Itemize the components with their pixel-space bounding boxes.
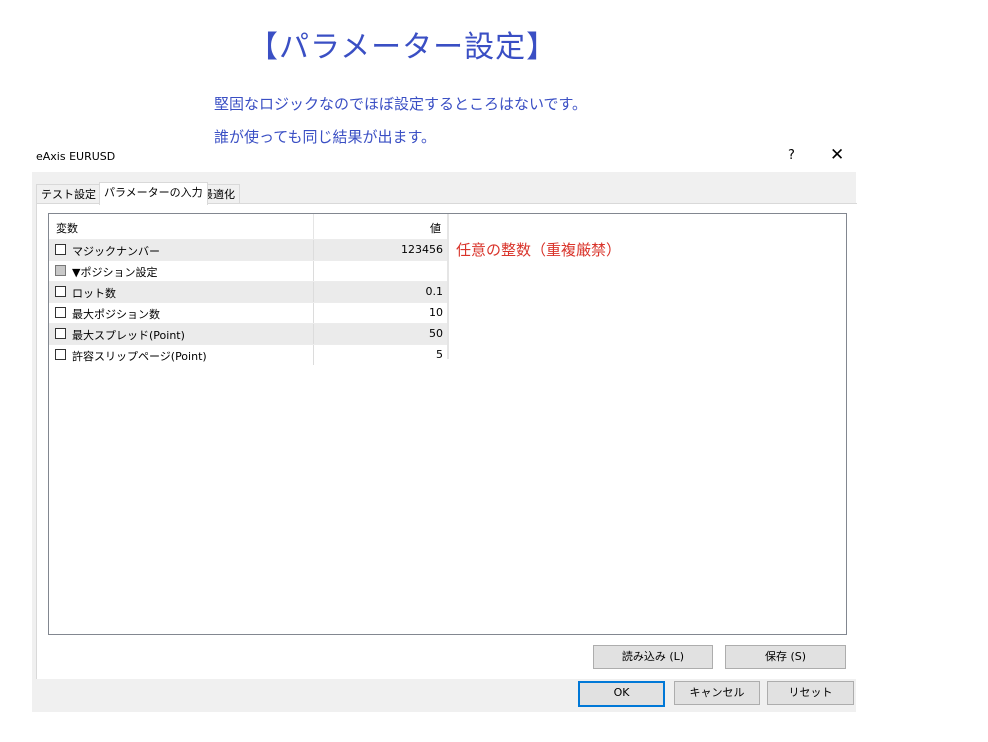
column-divider	[313, 345, 314, 365]
row-value[interactable]: 123456	[401, 243, 443, 256]
ok-button[interactable]: OK	[578, 681, 665, 707]
column-header-value[interactable]: 値	[430, 220, 441, 236]
parameter-list[interactable]: 変数 値 マジックナンバー 123456 ▼ポジション設定 ロット数 0.1 最…	[48, 213, 847, 635]
table-row[interactable]: ロット数 0.1	[49, 281, 449, 302]
table-row[interactable]: マジックナンバー 123456	[49, 239, 449, 260]
column-divider	[313, 261, 314, 281]
page-heading: 【パラメーター設定】	[248, 30, 558, 65]
list-column-edge	[447, 214, 449, 359]
help-button[interactable]: ?	[788, 148, 795, 163]
dialog-title: eAxis EURUSD	[36, 150, 116, 163]
close-button[interactable]: ✕	[830, 145, 844, 165]
list-header: 変数 値	[49, 214, 449, 239]
row-value[interactable]: 50	[429, 327, 443, 340]
header-divider[interactable]	[313, 214, 314, 239]
column-divider	[313, 303, 314, 323]
column-header-variable[interactable]: 変数	[56, 220, 78, 236]
save-button[interactable]: 保存 (S)	[725, 645, 846, 669]
row-value[interactable]: 5	[436, 348, 443, 361]
row-checkbox[interactable]	[55, 328, 66, 339]
row-value[interactable]: 0.1	[426, 285, 444, 298]
row-checkbox[interactable]	[55, 349, 66, 360]
row-label: ロット数	[72, 287, 116, 300]
dialog-client-area: テスト設定 パラメーターの入力 最適化 変数 値 マジックナンバー 123456	[32, 172, 857, 712]
load-button[interactable]: 読み込み (L)	[593, 645, 713, 669]
table-row[interactable]: 許容スリップページ(Point) 5	[49, 344, 449, 365]
dialog-title-bar: eAxis EURUSD ? ✕	[32, 144, 856, 172]
column-divider	[313, 240, 314, 260]
row-checkbox[interactable]	[55, 265, 66, 276]
column-divider	[313, 324, 314, 344]
row-label: 許容スリップページ(Point)	[72, 350, 207, 363]
reset-button[interactable]: リセット	[767, 681, 854, 705]
tab-page-parameters: 変数 値 マジックナンバー 123456 ▼ポジション設定 ロット数 0.1 最…	[36, 203, 857, 679]
row-checkbox[interactable]	[55, 286, 66, 297]
row-label: マジックナンバー	[72, 245, 160, 258]
parameter-dialog: eAxis EURUSD ? ✕ テスト設定 パラメーターの入力 最適化 変数 …	[32, 144, 857, 712]
row-label: 最大スプレッド(Point)	[72, 329, 185, 342]
row-value[interactable]: 10	[429, 306, 443, 319]
parameter-rows: マジックナンバー 123456 ▼ポジション設定 ロット数 0.1 最大ポジショ…	[49, 239, 449, 365]
table-row[interactable]: 最大ポジション数 10	[49, 302, 449, 323]
table-row[interactable]: ▼ポジション設定	[49, 260, 449, 281]
row-checkbox[interactable]	[55, 307, 66, 318]
row-label: 最大ポジション数	[72, 308, 160, 321]
cancel-button[interactable]: キャンセル	[674, 681, 760, 705]
row-label: ▼ポジション設定	[72, 266, 158, 279]
table-row[interactable]: 最大スプレッド(Point) 50	[49, 323, 449, 344]
description-line-1: 堅固なロジックなのでほぼ設定するところはないです。	[214, 95, 588, 113]
tab-test-settings[interactable]: テスト設定	[36, 184, 101, 204]
column-divider	[313, 282, 314, 302]
row-checkbox[interactable]	[55, 244, 66, 255]
magic-number-annotation: 任意の整数（重複厳禁）	[456, 241, 622, 259]
tab-parameter-input[interactable]: パラメーターの入力	[99, 182, 208, 205]
